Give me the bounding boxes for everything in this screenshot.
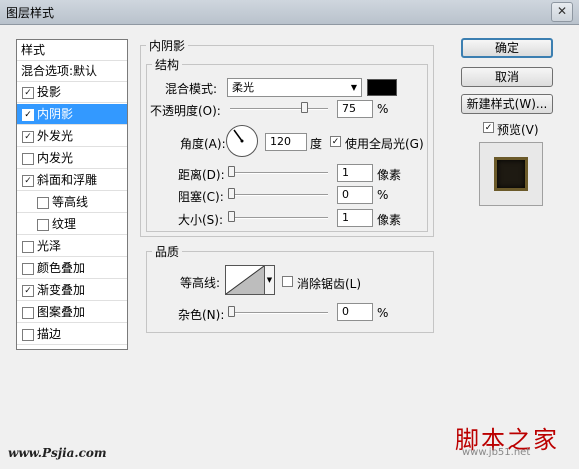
quality-title: 品质 bbox=[152, 243, 183, 260]
style-item[interactable]: ✓ 外发光 bbox=[17, 126, 127, 147]
style-preview bbox=[479, 142, 543, 206]
style-item[interactable]: 图案叠加 bbox=[17, 302, 127, 323]
opacity-label: 不透明度(O): bbox=[150, 104, 221, 118]
distance-slider-thumb[interactable] bbox=[228, 166, 235, 177]
style-item-label: 等高线 bbox=[52, 195, 89, 209]
contour-label: 等高线: bbox=[180, 276, 221, 290]
angle-unit: 度 bbox=[310, 137, 323, 151]
style-item-label: 描边 bbox=[37, 327, 62, 341]
style-item-label: 纹理 bbox=[52, 217, 77, 231]
style-item-label: 内阴影 bbox=[37, 107, 74, 121]
distance-input[interactable]: 1 bbox=[337, 164, 373, 182]
noise-slider-thumb[interactable] bbox=[228, 306, 235, 317]
global-light-checkbox[interactable]: ✓ bbox=[330, 136, 341, 147]
anti-alias-checkbox[interactable] bbox=[282, 276, 293, 287]
angle-input[interactable]: 120 bbox=[265, 133, 307, 151]
cancel-button[interactable]: 取消 bbox=[461, 67, 553, 87]
style-item[interactable]: 纹理 bbox=[17, 214, 127, 235]
style-item-label: 外发光 bbox=[37, 129, 74, 143]
blend-mode-select[interactable]: 柔光 ▼ bbox=[227, 78, 362, 97]
style-item[interactable]: 颜色叠加 bbox=[17, 258, 127, 279]
size-unit: 像素 bbox=[377, 213, 402, 227]
contour-picker[interactable] bbox=[225, 265, 265, 295]
style-item[interactable]: ✓ 投影 bbox=[17, 82, 127, 103]
style-checkbox[interactable]: ✓ bbox=[22, 87, 34, 99]
style-item-label: 颜色叠加 bbox=[37, 261, 86, 275]
contour-dropdown-icon[interactable]: ▼ bbox=[265, 265, 275, 295]
opacity-input[interactable]: 75 bbox=[337, 100, 373, 118]
window-title: 图层样式 bbox=[6, 6, 55, 20]
style-checkbox[interactable] bbox=[37, 219, 49, 231]
noise-slider-track[interactable] bbox=[230, 312, 328, 314]
choke-slider-thumb[interactable] bbox=[228, 188, 235, 199]
noise-label: 杂色(N): bbox=[178, 308, 225, 322]
style-item[interactable]: 光泽 bbox=[17, 236, 127, 257]
noise-unit: % bbox=[377, 306, 389, 320]
structure-title: 结构 bbox=[152, 56, 183, 73]
choke-input[interactable]: 0 bbox=[337, 186, 373, 204]
style-checkbox[interactable]: ✓ bbox=[22, 285, 34, 297]
style-item[interactable]: 内发光 bbox=[17, 148, 127, 169]
styles-header[interactable]: 样式 bbox=[17, 40, 127, 61]
watermark-left: www.Psjia.com bbox=[8, 446, 107, 460]
blend-mode-label: 混合模式: bbox=[165, 82, 218, 96]
size-slider-track[interactable] bbox=[230, 217, 328, 219]
style-item[interactable]: 描边 bbox=[17, 324, 127, 345]
distance-slider-track[interactable] bbox=[230, 172, 328, 174]
noise-input[interactable]: 0 bbox=[337, 303, 373, 321]
size-label: 大小(S): bbox=[178, 213, 224, 227]
blend-options-item[interactable]: 混合选项:默认 bbox=[17, 61, 127, 82]
choke-unit: % bbox=[377, 188, 389, 202]
style-checkbox[interactable] bbox=[37, 197, 49, 209]
style-item-label: 斜面和浮雕 bbox=[37, 173, 98, 187]
style-item[interactable]: ✓ 斜面和浮雕 bbox=[17, 170, 127, 191]
inner-shadow-title: 内阴影 bbox=[146, 37, 189, 54]
style-checkbox[interactable] bbox=[22, 307, 34, 319]
angle-label: 角度(A): bbox=[180, 137, 226, 151]
style-item[interactable]: ✓ 内阴影 bbox=[17, 104, 127, 125]
distance-unit: 像素 bbox=[377, 168, 402, 182]
chevron-down-icon: ▼ bbox=[350, 83, 357, 92]
ok-button[interactable]: 确定 bbox=[461, 38, 553, 58]
choke-label: 阻塞(C): bbox=[178, 190, 224, 204]
style-item-label: 投影 bbox=[37, 85, 62, 99]
styles-list: 样式 混合选项:默认 ✓ 投影 ✓ 内阴影 ✓ 外发光 内发光 ✓ 斜面和浮雕 等高线 纹理 光泽 颜色… bbox=[16, 39, 128, 350]
size-input[interactable]: 1 bbox=[337, 209, 373, 227]
preview-label: 预览(V) bbox=[497, 123, 539, 137]
style-checkbox[interactable] bbox=[22, 263, 34, 275]
opacity-slider-thumb[interactable] bbox=[300, 102, 308, 113]
opacity-slider-track[interactable] bbox=[230, 108, 328, 110]
shadow-color-swatch[interactable] bbox=[367, 79, 397, 96]
style-checkbox[interactable]: ✓ bbox=[22, 109, 34, 121]
blend-mode-value: 柔光 bbox=[232, 81, 254, 94]
opacity-unit: % bbox=[377, 102, 389, 116]
style-item[interactable]: 等高线 bbox=[17, 192, 127, 213]
close-icon[interactable]: ✕ bbox=[551, 2, 573, 22]
title-bar: 图层样式 ✕ bbox=[0, 0, 579, 25]
distance-label: 距离(D): bbox=[178, 168, 225, 182]
angle-dial[interactable] bbox=[226, 125, 258, 157]
choke-slider-track[interactable] bbox=[230, 194, 328, 196]
style-item[interactable]: ✓ 渐变叠加 bbox=[17, 280, 127, 301]
preview-checkbox[interactable]: ✓ bbox=[483, 122, 494, 133]
style-checkbox[interactable]: ✓ bbox=[22, 175, 34, 187]
style-checkbox[interactable] bbox=[22, 153, 34, 165]
style-checkbox[interactable]: ✓ bbox=[22, 131, 34, 143]
style-item-label: 内发光 bbox=[37, 151, 74, 165]
new-style-button[interactable]: 新建样式(W)... bbox=[461, 94, 553, 114]
watermark-right-sub: www.jb51.net bbox=[462, 447, 531, 458]
style-checkbox[interactable] bbox=[22, 329, 34, 341]
anti-alias-label: 消除锯齿(L) bbox=[297, 277, 362, 291]
style-item-label: 图案叠加 bbox=[37, 305, 86, 319]
style-checkbox[interactable] bbox=[22, 241, 34, 253]
global-light-label: 使用全局光(G) bbox=[345, 137, 424, 151]
style-item-label: 光泽 bbox=[37, 239, 62, 253]
style-item-label: 渐变叠加 bbox=[37, 283, 86, 297]
size-slider-thumb[interactable] bbox=[228, 211, 235, 222]
preview-swatch bbox=[494, 157, 528, 191]
